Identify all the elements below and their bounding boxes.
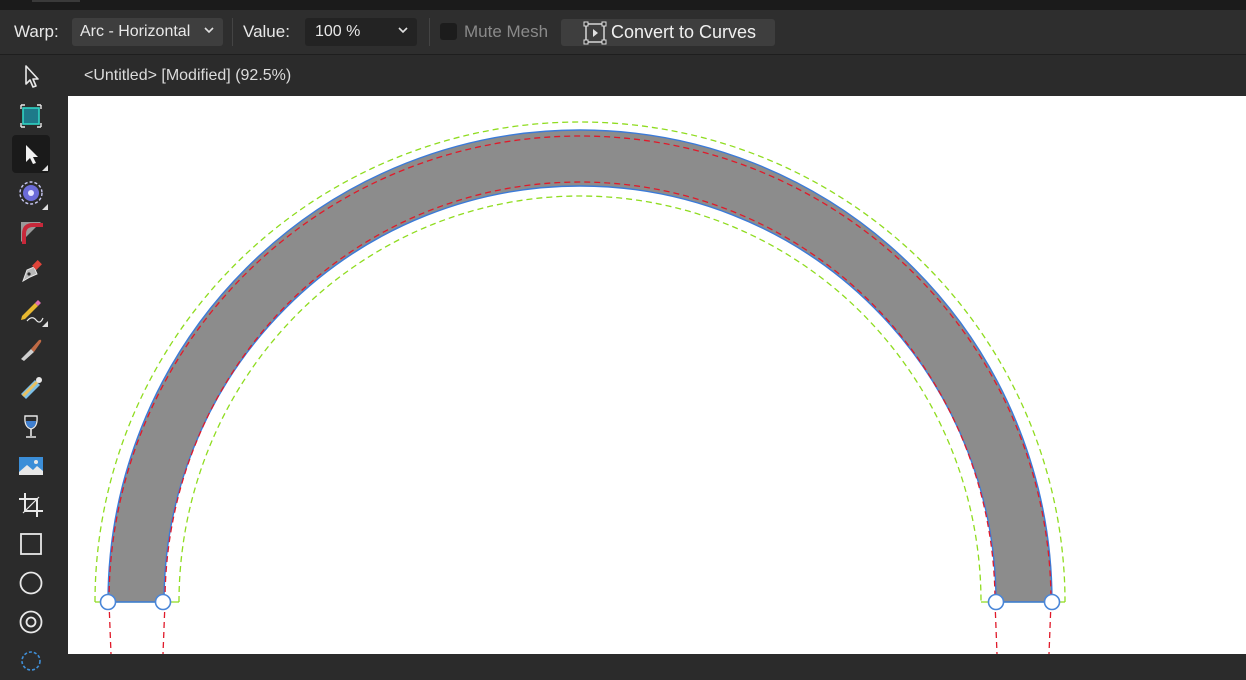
value-label: Value: (243, 22, 290, 41)
toolbar-divider (429, 18, 430, 46)
pen-nib-icon (22, 260, 42, 283)
pencil-icon (21, 300, 44, 323)
artboard-tool[interactable] (12, 96, 50, 134)
place-image-tool[interactable] (12, 447, 50, 485)
pen-tool[interactable] (12, 252, 50, 290)
chevron-down-icon (398, 27, 408, 34)
submenu-corner (42, 321, 48, 327)
outer-guide-red (108, 135, 1052, 603)
arrow-pointer-icon (25, 65, 39, 88)
ellipse-tool[interactable] (12, 564, 50, 602)
vector-brush-tool[interactable] (12, 330, 50, 368)
value-dropdown[interactable]: 100 % (305, 18, 417, 46)
convert-to-curves-button[interactable]: Convert to Curves (561, 19, 775, 46)
submenu-corner (42, 204, 48, 210)
star-icon (21, 651, 41, 671)
context-toolbar: Warp: Arc - Horizontal Value: 100 % Mute… (0, 10, 1246, 55)
pencil-tool[interactable] (12, 291, 50, 329)
warp-dropdown[interactable]: Arc - Horizontal (72, 18, 223, 46)
fill-tool[interactable] (12, 369, 50, 407)
canvas-drawing (94, 121, 1066, 654)
rectangle-icon (20, 533, 42, 555)
window-tab (32, 0, 80, 2)
wine-glass-icon (24, 415, 38, 438)
document-tab-bar: <Untitled> [Modified] (92.5%) (68, 55, 1246, 97)
warp-handle[interactable] (1043, 593, 1061, 611)
image-icon (19, 457, 43, 475)
move-tool[interactable] (12, 57, 50, 95)
brush-icon (21, 339, 42, 361)
mute-mesh-label: Mute Mesh (464, 22, 549, 41)
donut-tool[interactable] (12, 603, 50, 641)
warp-value: Arc - Horizontal (80, 23, 191, 40)
warp-handle[interactable] (99, 593, 117, 611)
crop-tool[interactable] (12, 486, 50, 524)
crop-icon (19, 493, 43, 517)
warp-label: Warp: (14, 22, 59, 41)
point-transform-tool[interactable] (12, 174, 50, 212)
document-title[interactable]: <Untitled> [Modified] (92.5%) (84, 55, 291, 96)
submenu-corner (42, 165, 48, 171)
corner-tool[interactable] (12, 213, 50, 251)
chevron-down-icon (204, 27, 214, 34)
value-value: 100 % (315, 23, 361, 40)
warp-handle[interactable] (154, 593, 172, 611)
node-pointer-icon (26, 145, 38, 164)
circle-icon (19, 571, 43, 595)
tools-panel (0, 55, 69, 671)
donut-icon (19, 610, 43, 634)
node-tool[interactable] (12, 135, 50, 173)
target-icon (19, 181, 43, 205)
convert-curves-icon (583, 21, 607, 45)
mute-mesh-checkbox[interactable] (440, 23, 457, 40)
warp-handle[interactable] (987, 593, 1005, 611)
fill-icon (21, 377, 42, 399)
canvas[interactable] (68, 96, 1246, 654)
transparency-tool[interactable] (12, 408, 50, 446)
rectangle-tool[interactable] (12, 525, 50, 563)
convert-to-curves-label: Convert to Curves (611, 22, 757, 42)
artboard-icon (20, 104, 42, 128)
window-top-strip (0, 0, 1246, 10)
corner-icon (21, 222, 43, 244)
warped-arc-shape[interactable] (107, 129, 1053, 603)
more-tools[interactable] (12, 642, 50, 680)
toolbar-divider (232, 18, 233, 46)
